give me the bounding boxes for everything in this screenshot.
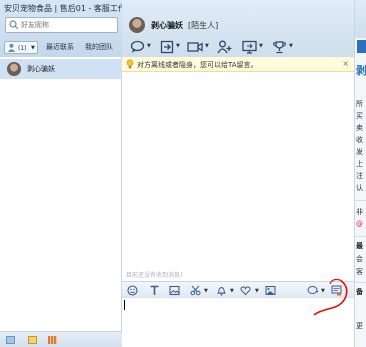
info-line: 上	[356, 160, 363, 168]
image-icon	[169, 285, 180, 296]
chevron-down-icon[interactable]: ▼	[204, 288, 208, 294]
chevron-down-icon: ▼	[205, 43, 209, 49]
customer-info-panel: 剥 所 买 卖 收 发 上 注 认 非 @ 最 会 客 备 更	[354, 0, 366, 347]
chat-bubble-icon	[130, 40, 145, 53]
transfer-button[interactable]: ▼	[160, 40, 184, 54]
status-tab[interactable]: (1) ▼	[4, 41, 38, 54]
message-area[interactable]	[122, 72, 354, 274]
info-line: 认	[356, 184, 363, 192]
font-icon	[150, 285, 159, 295]
folder-icon[interactable]	[28, 336, 37, 344]
screen-share-button[interactable]: ▼	[242, 40, 268, 54]
chat-header: 剥心骗妖 [陌生人] ▼ ▼ ▼ ▼ ▼	[122, 0, 354, 57]
chevron-down-icon: ▼	[176, 43, 180, 49]
video-button[interactable]: ▼	[187, 40, 213, 54]
add-user-icon	[217, 40, 232, 54]
divider	[355, 200, 366, 201]
trophy-icon	[272, 41, 287, 54]
chat-bubble-button[interactable]: ▼	[130, 40, 156, 54]
search-input[interactable]	[21, 19, 115, 31]
info-line: @	[356, 220, 363, 228]
screen-share-icon	[242, 40, 257, 54]
chevron-down-icon: ▼	[147, 43, 151, 49]
close-icon[interactable]: ×	[342, 59, 349, 68]
person-icon	[7, 43, 16, 52]
divider	[355, 236, 366, 237]
more-link[interactable]: 更	[356, 322, 363, 331]
contact-panel: (1) ▼ 最近联系 我的团队 剥心骗妖	[0, 0, 122, 347]
contact-tabs: (1) ▼ 最近联系 我的团队	[0, 38, 122, 57]
search-icon	[9, 20, 19, 30]
chevron-down-icon: ▼	[31, 45, 35, 51]
info-line: 买	[356, 112, 363, 120]
bell-icon	[217, 286, 226, 296]
grid-icon[interactable]	[48, 336, 57, 344]
lightbulb-icon	[126, 59, 134, 69]
contact-name: 剥心骗妖	[27, 65, 55, 73]
picture-button[interactable]	[265, 285, 276, 296]
section-label: 最	[356, 242, 363, 250]
emoji-icon	[127, 285, 138, 296]
chevron-down-icon[interactable]: ▼	[230, 288, 234, 294]
annotation-circle	[313, 278, 348, 316]
chevron-down-icon[interactable]: ▼	[255, 288, 259, 294]
panel-header	[355, 0, 366, 38]
section-label: 备	[356, 288, 363, 296]
video-icon	[187, 42, 203, 52]
info-line: 注	[356, 172, 363, 180]
emoji-button[interactable]	[127, 285, 138, 296]
contact-list-item[interactable]: 剥心骗妖	[0, 59, 122, 79]
left-bottom-toolbar	[0, 331, 122, 347]
search-box[interactable]	[5, 17, 118, 33]
divider	[355, 282, 366, 283]
offline-notice: 对方离线或者隐身，您可以给TA留言。 ×	[122, 57, 354, 72]
contact-avatar	[129, 17, 145, 33]
text-cursor	[124, 300, 125, 310]
panel-heading: 剥	[356, 64, 366, 77]
chevron-down-icon: ▼	[259, 43, 263, 49]
panel-tab[interactable]	[357, 40, 366, 53]
status-count: (1)	[18, 45, 27, 52]
chat-contact-name: 剥心骗妖	[151, 21, 183, 30]
info-line: 卖	[356, 124, 363, 132]
info-line: 所	[356, 100, 363, 108]
trophy-button[interactable]: ▼	[272, 40, 298, 54]
window-title: 安贝宠物食品 | 售后01 - 客服工作台	[4, 4, 134, 13]
notice-text: 对方离线或者隐身，您可以给TA留言。	[137, 61, 258, 69]
tab-recent-contacts[interactable]: 最近联系	[46, 41, 74, 54]
transfer-icon	[160, 40, 174, 54]
add-friend-button[interactable]	[217, 40, 233, 54]
tab-my-team[interactable]: 我的团队	[85, 41, 113, 54]
picture-icon	[265, 286, 276, 295]
section-label: 会	[356, 255, 363, 263]
contact-tag: [陌生人]	[188, 21, 219, 30]
info-line: 发	[356, 148, 363, 156]
chevron-down-icon: ▼	[289, 43, 293, 49]
avatar	[7, 62, 21, 76]
font-button[interactable]	[149, 285, 160, 296]
window-icon[interactable]	[6, 336, 15, 344]
input-hint: 目前还没有收到消息！	[126, 272, 187, 279]
scissors-icon	[190, 285, 201, 296]
heart-icon	[240, 286, 251, 296]
info-line: 收	[356, 136, 363, 144]
image-button[interactable]	[169, 285, 180, 296]
info-line: 非	[356, 208, 363, 216]
section-label: 客	[356, 268, 363, 276]
